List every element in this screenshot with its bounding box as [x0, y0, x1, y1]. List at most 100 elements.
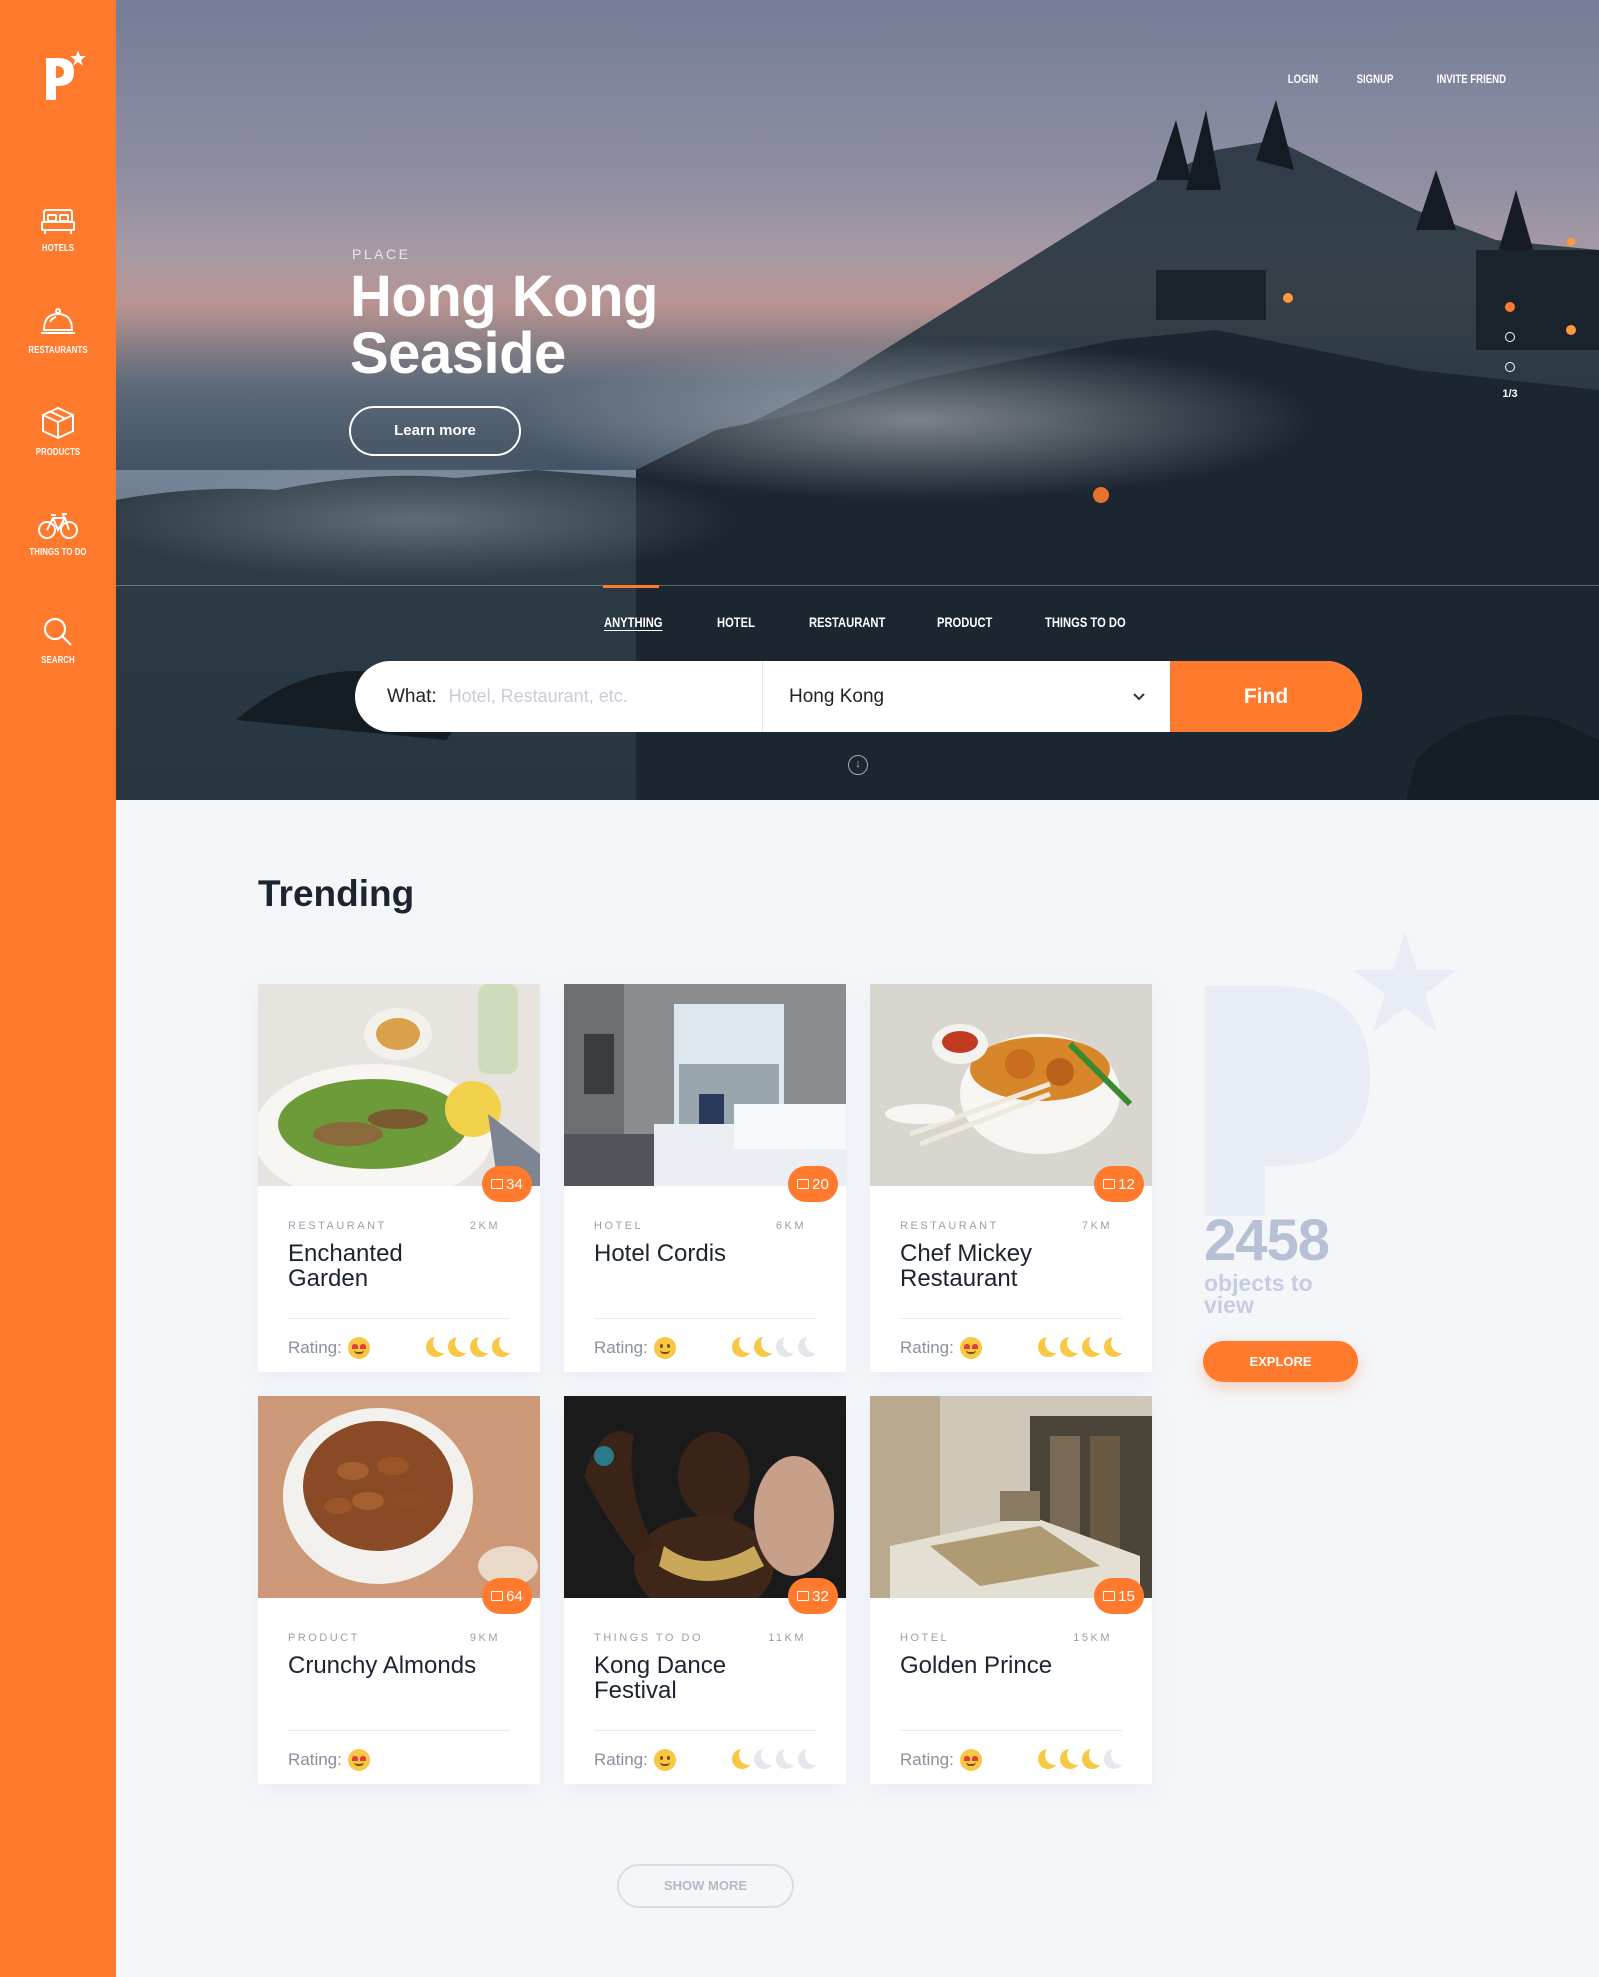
card-image[interactable]	[564, 1396, 846, 1598]
bed-icon	[41, 209, 75, 234]
comments-badge[interactable]: 32	[788, 1578, 838, 1614]
card-title[interactable]: Kong Dance Festival	[594, 1653, 794, 1703]
tab-anything[interactable]: ANYTHING	[604, 614, 663, 630]
card-rating: Rating:	[900, 1337, 982, 1359]
divider	[900, 1730, 1122, 1731]
rating-star-icon	[798, 1749, 818, 1769]
learn-more-button[interactable]: Learn more	[349, 406, 521, 456]
objects-count: 2458	[1204, 1208, 1330, 1273]
card-image[interactable]	[258, 984, 540, 1186]
sidebar-item-hotels[interactable]: HOTELS	[0, 206, 116, 254]
login-link[interactable]: LOGIN	[1288, 72, 1318, 86]
comments-badge[interactable]: 12	[1094, 1166, 1144, 1202]
location-value: Hong Kong	[789, 685, 885, 707]
scroll-down-icon[interactable]: ↓	[848, 755, 868, 775]
hero-banner: LOGIN SIGNUP INVITE FRIEND PLACE Hong Ko…	[116, 0, 1599, 800]
comments-count: 15	[1118, 1587, 1135, 1605]
rating-star-icon	[492, 1337, 512, 1357]
box-icon	[42, 406, 74, 440]
card-distance: 9KM	[469, 1632, 500, 1644]
comments-count: 34	[506, 1175, 523, 1193]
card-rating: Rating:	[288, 1749, 370, 1771]
rating-star-icon	[732, 1337, 752, 1357]
trending-card[interactable]: 34 RESTAURANT 2KM Enchanted Garden Ratin…	[258, 984, 540, 1372]
slide-dot-2[interactable]	[1505, 332, 1515, 342]
trending-card[interactable]: 20 HOTEL 6KM Hotel Cordis Rating:	[564, 984, 846, 1372]
tab-product[interactable]: PRODUCT	[937, 614, 992, 630]
rating-stars	[732, 1337, 818, 1357]
card-title[interactable]: Golden Prince	[900, 1653, 1100, 1678]
what-input[interactable]	[448, 686, 699, 707]
slide-dot-1[interactable]	[1505, 302, 1515, 312]
trending-card[interactable]: 12 RESTAURANT 7KM Chef Mickey Restaurant…	[870, 984, 1152, 1372]
sidebar-item-label: RESTAURANTS	[28, 345, 88, 356]
sidebar-item-search[interactable]: SEARCH	[0, 616, 116, 666]
rating-label: Rating:	[900, 1750, 954, 1769]
comments-badge[interactable]: 64	[482, 1578, 532, 1614]
slide-dot-3[interactable]	[1505, 362, 1515, 372]
tab-restaurant[interactable]: RESTAURANT	[809, 614, 885, 630]
card-image[interactable]	[258, 1396, 540, 1598]
explore-button[interactable]: EXPLORE	[1203, 1341, 1358, 1382]
rating-star-icon	[754, 1749, 774, 1769]
sidebar-item-things-to-do[interactable]: THINGS TO DO	[0, 512, 116, 558]
rating-label: Rating:	[594, 1750, 648, 1769]
signup-link[interactable]: SIGNUP	[1357, 72, 1394, 86]
top-navigation: LOGIN SIGNUP INVITE FRIEND	[1284, 72, 1515, 86]
sidebar: HOTELS RESTAURANTS PRODUCTS THINGS TO DO…	[0, 0, 116, 1977]
invite-friend-link[interactable]: INVITE FRIEND	[1437, 72, 1506, 86]
comments-badge[interactable]: 34	[482, 1166, 532, 1202]
rating-star-icon	[1104, 1337, 1124, 1357]
rating-star-icon	[448, 1337, 468, 1357]
card-category: PRODUCT	[288, 1632, 360, 1644]
heart-eyes-emoji-icon	[347, 1749, 370, 1771]
card-rating: Rating:	[594, 1337, 676, 1359]
comments-count: 20	[812, 1175, 829, 1193]
trending-card[interactable]: 64 PRODUCT 9KM Crunchy Almonds Rating:	[258, 1396, 540, 1784]
rating-star-icon	[776, 1337, 796, 1357]
chevron-down-icon	[1133, 692, 1145, 700]
rating-label: Rating:	[288, 1338, 342, 1357]
sidebar-item-restaurants[interactable]: RESTAURANTS	[0, 306, 116, 356]
heart-eyes-emoji-icon	[959, 1749, 982, 1771]
card-image[interactable]	[870, 1396, 1152, 1598]
sidebar-item-products[interactable]: PRODUCTS	[0, 406, 116, 458]
card-distance: 15KM	[1073, 1632, 1112, 1644]
rating-star-icon	[1038, 1749, 1058, 1769]
card-category: RESTAURANT	[288, 1220, 387, 1232]
card-image[interactable]	[564, 984, 846, 1186]
comments-count: 32	[812, 1587, 829, 1605]
comments-badge[interactable]: 20	[788, 1166, 838, 1202]
location-select[interactable]: Hong Kong	[762, 661, 1170, 732]
objects-label: objects to view	[1204, 1270, 1313, 1318]
card-image[interactable]	[870, 984, 1152, 1186]
sidebar-item-label: THINGS TO DO	[29, 547, 87, 558]
rating-star-icon	[470, 1337, 490, 1357]
slide-pagination: 1/3	[1498, 302, 1522, 400]
tab-things-to-do[interactable]: THINGS TO DO	[1045, 614, 1126, 630]
rating-star-icon	[426, 1337, 446, 1357]
rating-star-icon	[1082, 1337, 1102, 1357]
comments-count: 12	[1118, 1175, 1135, 1193]
card-title[interactable]: Crunchy Almonds	[288, 1653, 488, 1678]
logo-icon[interactable]	[44, 50, 86, 104]
card-rating: Rating:	[288, 1337, 370, 1359]
trending-card[interactable]: 15 HOTEL 15KM Golden Prince Rating:	[870, 1396, 1152, 1784]
card-title[interactable]: Hotel Cordis	[594, 1241, 794, 1266]
rating-star-icon	[1104, 1749, 1124, 1769]
trending-card[interactable]: 32 THINGS TO DO 11KM Kong Dance Festival…	[564, 1396, 846, 1784]
rating-star-icon	[1060, 1749, 1080, 1769]
active-tab-indicator	[603, 585, 659, 588]
divider	[594, 1730, 816, 1731]
rating-stars	[1038, 1337, 1124, 1357]
section-title: Trending	[258, 873, 415, 914]
tab-hotel[interactable]: HOTEL	[717, 614, 755, 630]
smile-emoji-icon	[653, 1749, 676, 1771]
show-more-button[interactable]: SHOW MORE	[617, 1864, 794, 1908]
hero-tag: PLACE	[352, 246, 411, 262]
card-title[interactable]: Enchanted Garden	[288, 1241, 488, 1291]
comments-badge[interactable]: 15	[1094, 1578, 1144, 1614]
card-title[interactable]: Chef Mickey Restaurant	[900, 1241, 1100, 1291]
find-button[interactable]: Find	[1170, 661, 1362, 732]
divider	[594, 1318, 816, 1319]
